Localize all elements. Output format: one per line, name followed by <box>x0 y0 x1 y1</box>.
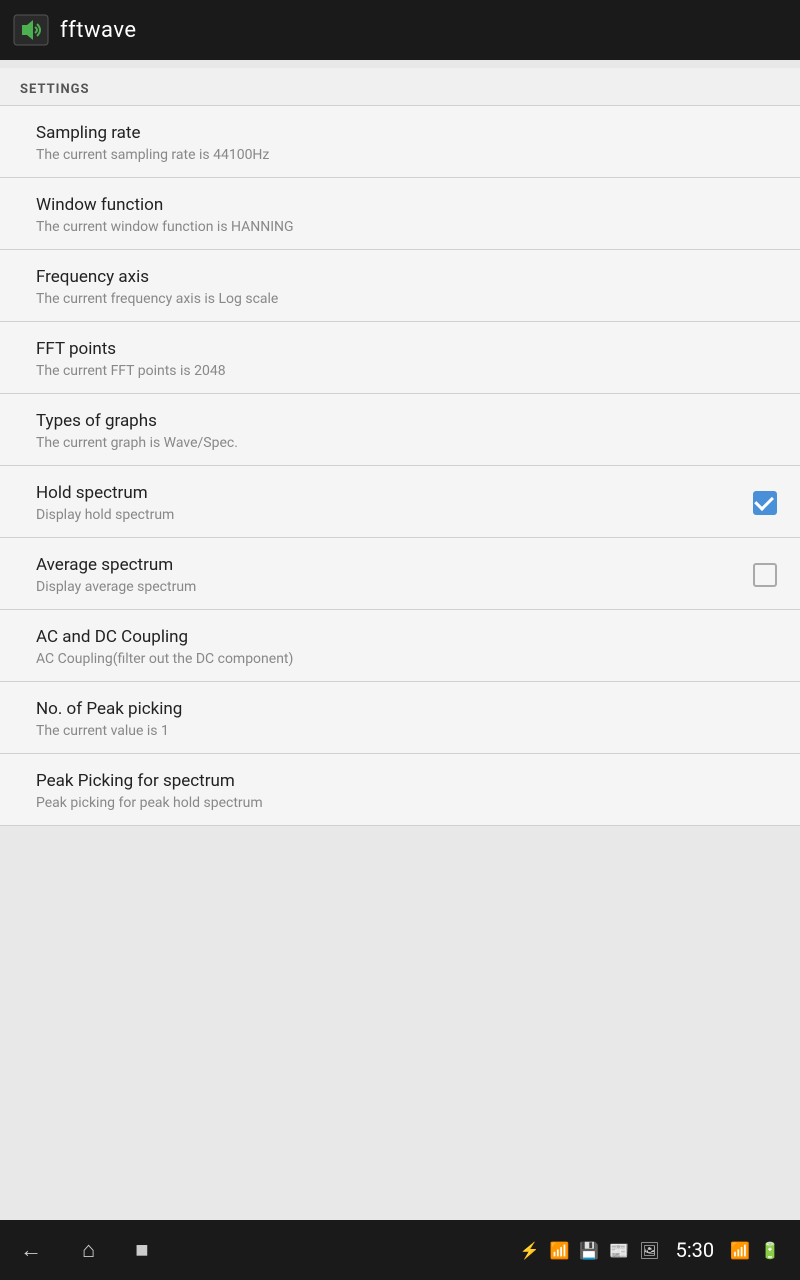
setting-item-peak-picking-no[interactable]: No. of Peak picking The current value is … <box>0 682 800 754</box>
setting-subtitle-hold-spectrum: Display hold spectrum <box>36 507 750 523</box>
clock: 5:30 <box>676 1238 715 1262</box>
setting-title-sampling-rate: Sampling rate <box>36 123 780 143</box>
app-title: fftwave <box>60 18 137 43</box>
setting-subtitle-ac-dc-coupling: AC Coupling(filter out the DC component) <box>36 651 780 667</box>
setting-subtitle-peak-picking-spectrum: Peak picking for peak hold spectrum <box>36 795 780 811</box>
setting-title-ac-dc-coupling: AC and DC Coupling <box>36 627 780 647</box>
setting-title-hold-spectrum: Hold spectrum <box>36 483 750 503</box>
setting-item-sampling-rate[interactable]: Sampling rate The current sampling rate i… <box>0 106 800 178</box>
back-button[interactable]: ← <box>20 1237 42 1263</box>
home-button[interactable]: ⌂ <box>82 1237 95 1263</box>
app-icon <box>12 11 50 49</box>
usb-icon: ⚡ <box>520 1241 540 1260</box>
setting-title-fft-points: FFT points <box>36 339 780 359</box>
checkbox-hold-spectrum[interactable] <box>750 488 780 518</box>
setting-subtitle-sampling-rate: The current sampling rate is 44100Hz <box>36 147 780 163</box>
wifi-icon: 📶 <box>730 1241 750 1260</box>
setting-item-types-of-graphs[interactable]: Types of graphs The current graph is Wave… <box>0 394 800 466</box>
bottom-bar: ← ⌂ ■ ⚡ 📶 💾 📰 🖼 5:30 📶 🔋 <box>0 1220 800 1280</box>
setting-title-average-spectrum: Average spectrum <box>36 555 750 575</box>
checkbox-average-spectrum[interactable] <box>750 560 780 590</box>
setting-title-peak-picking-spectrum: Peak Picking for spectrum <box>36 771 780 791</box>
setting-subtitle-peak-picking-no: The current value is 1 <box>36 723 780 739</box>
setting-subtitle-types-of-graphs: The current graph is Wave/Spec. <box>36 435 780 451</box>
setting-subtitle-average-spectrum: Display average spectrum <box>36 579 750 595</box>
battery-icon: 🔋 <box>760 1241 780 1260</box>
nav-right: ⚡ 📶 💾 📰 🖼 5:30 📶 🔋 <box>520 1238 780 1262</box>
nav-left: ← ⌂ ■ <box>20 1237 149 1263</box>
recents-button[interactable]: ■ <box>135 1237 148 1263</box>
setting-item-window-function[interactable]: Window function The current window functi… <box>0 178 800 250</box>
setting-title-peak-picking-no: No. of Peak picking <box>36 699 780 719</box>
setting-subtitle-frequency-axis: The current frequency axis is Log scale <box>36 291 780 307</box>
image-icon: 🖼 <box>639 1241 659 1260</box>
settings-list: Sampling rate The current sampling rate i… <box>0 106 800 826</box>
setting-title-frequency-axis: Frequency axis <box>36 267 780 287</box>
checkbox-unchecked-icon <box>753 563 777 587</box>
top-bar: fftwave <box>0 0 800 60</box>
sim-icon: 📶 <box>550 1241 570 1260</box>
setting-item-ac-dc-coupling[interactable]: AC and DC Coupling AC Coupling(filter out… <box>0 610 800 682</box>
setting-title-window-function: Window function <box>36 195 780 215</box>
usb-storage-icon: 💾 <box>579 1241 599 1260</box>
setting-item-peak-picking-spectrum[interactable]: Peak Picking for spectrum Peak picking fo… <box>0 754 800 826</box>
setting-title-types-of-graphs: Types of graphs <box>36 411 780 431</box>
setting-subtitle-fft-points: The current FFT points is 2048 <box>36 363 780 379</box>
setting-item-hold-spectrum[interactable]: Hold spectrum Display hold spectrum <box>0 466 800 538</box>
setting-item-fft-points[interactable]: FFT points The current FFT points is 2048 <box>0 322 800 394</box>
main-content: SETTINGS Sampling rate The current sampli… <box>0 60 800 1220</box>
setting-item-average-spectrum[interactable]: Average spectrum Display average spectrum <box>0 538 800 610</box>
setting-subtitle-window-function: The current window function is HANNING <box>36 219 780 235</box>
checkbox-checked-icon <box>753 491 777 515</box>
news-icon: 📰 <box>609 1241 629 1260</box>
setting-item-frequency-axis[interactable]: Frequency axis The current frequency axis… <box>0 250 800 322</box>
settings-section: SETTINGS Sampling rate The current sampli… <box>0 68 800 826</box>
settings-header: SETTINGS <box>0 68 800 106</box>
